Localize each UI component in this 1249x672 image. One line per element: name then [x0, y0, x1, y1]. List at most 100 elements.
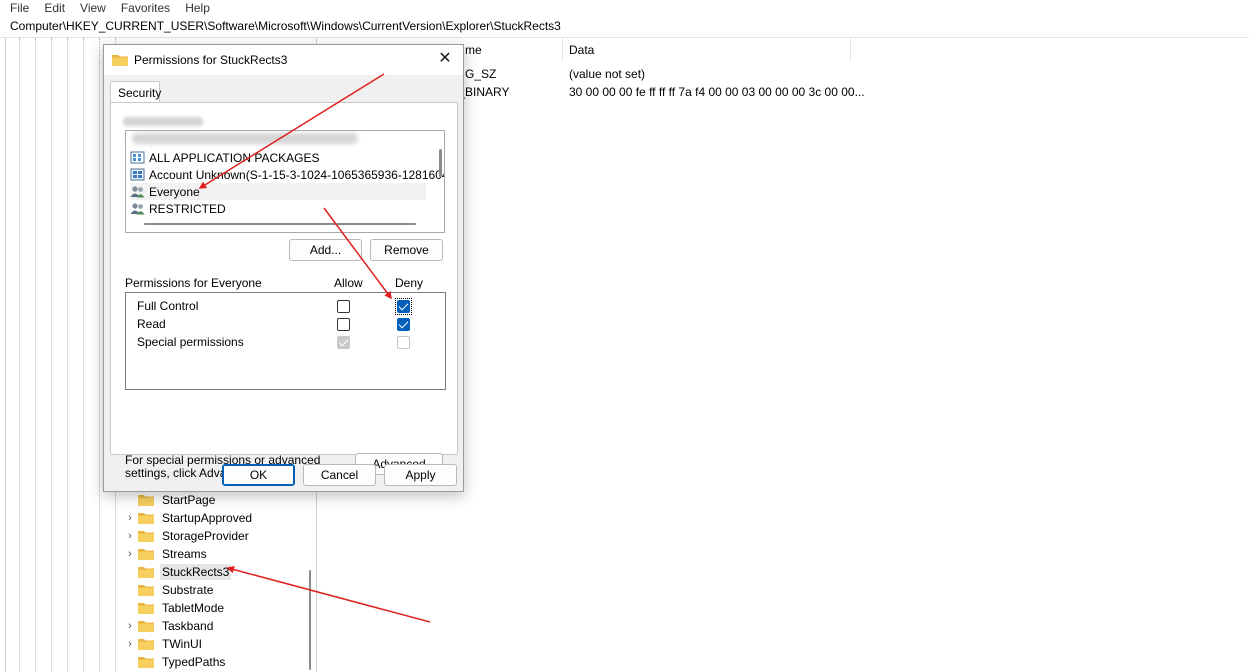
tree-item-label: StartPage — [162, 493, 216, 507]
permissions-dialog: Permissions for StuckRects3 ✕ Security A… — [103, 44, 464, 492]
tree-guide — [19, 38, 20, 672]
add-button[interactable]: Add... — [289, 239, 362, 261]
dialog-title-bar[interactable]: Permissions for StuckRects3 ✕ — [104, 45, 463, 75]
folder-icon — [138, 513, 154, 524]
deny-checkbox — [397, 336, 410, 349]
value-data[interactable]: 30 00 00 00 fe ff ff ff 7a f4 00 00 03 0… — [569, 85, 865, 99]
menu-edit[interactable]: Edit — [44, 2, 65, 14]
principals-scrollbar[interactable] — [439, 149, 442, 177]
close-icon[interactable]: ✕ — [435, 49, 455, 69]
remove-button-label: Remove — [384, 243, 429, 257]
principal-item[interactable]: RESTRICTED — [130, 200, 426, 217]
focus-ring — [395, 298, 412, 315]
allow-checkbox[interactable] — [337, 318, 350, 331]
principals-hscrollbar[interactable] — [144, 223, 416, 225]
tree-item[interactable]: › StorageProvider — [124, 527, 251, 545]
column-header-data[interactable]: Data — [569, 38, 594, 62]
chevron-right-icon[interactable]: › — [124, 620, 136, 632]
tree-guide — [83, 38, 84, 672]
principal-label: RESTRICTED — [149, 201, 226, 216]
principal-label: Account Unknown(S-1-15-3-1024-1065365936… — [149, 167, 445, 182]
folder-icon — [138, 603, 154, 614]
tree-item-label: StuckRects3 — [160, 564, 232, 580]
deny-checkbox[interactable] — [397, 318, 410, 331]
folder-icon — [138, 621, 154, 632]
permission-label: Read — [137, 317, 166, 331]
security-tab-panel: ALL APPLICATION PACKAGES Account Unknown(… — [110, 102, 458, 480]
tree-guide — [67, 38, 68, 672]
ok-button-label: OK — [249, 468, 268, 482]
tree-item[interactable]: TypedPaths — [124, 653, 227, 671]
remove-button[interactable]: Remove — [370, 239, 443, 261]
folder-icon — [138, 531, 154, 542]
tree-item[interactable]: StuckRects3 — [124, 563, 232, 581]
tree-item[interactable]: TabletMode — [124, 599, 226, 617]
chevron-right-icon[interactable]: › — [124, 530, 136, 542]
folder-icon — [138, 567, 154, 578]
app-packages-icon — [130, 151, 145, 164]
add-button-label: Add... — [309, 243, 342, 257]
menu-bar: File Edit View Favorites Help — [0, 0, 1249, 16]
tree-item-label: StartupApproved — [162, 511, 253, 525]
folder-icon — [112, 55, 128, 66]
column-header-name[interactable]: me — [465, 38, 482, 62]
tree-item[interactable]: Substrate — [124, 581, 215, 599]
address-bar[interactable]: Computer\HKEY_CURRENT_USER\Software\Micr… — [0, 16, 1249, 38]
tree-item-label: Taskband — [162, 619, 214, 633]
allow-header: Allow — [334, 276, 363, 290]
cancel-button-label: Cancel — [320, 468, 359, 482]
folder-icon — [138, 657, 154, 668]
users-icon — [130, 202, 145, 215]
menu-favorites[interactable]: Favorites — [121, 2, 170, 14]
redacted-principal — [132, 133, 358, 144]
tree-guide — [35, 38, 36, 672]
allow-checkbox[interactable] — [337, 300, 350, 313]
tree-item-label: TWinUI — [162, 637, 202, 651]
unknown-account-icon — [130, 168, 145, 181]
apply-button[interactable]: Apply — [384, 464, 457, 486]
tree-item-label: TabletMode — [162, 601, 225, 615]
column-separator[interactable] — [850, 38, 851, 62]
principal-item[interactable]: Everyone — [130, 183, 426, 200]
tree-item-label: StorageProvider — [162, 529, 249, 543]
chevron-right-icon[interactable]: › — [124, 638, 136, 650]
tree-item[interactable]: › Streams — [124, 545, 209, 563]
apply-button-label: Apply — [405, 468, 436, 482]
tree-item[interactable]: › StartupApproved — [124, 509, 254, 527]
ok-button[interactable]: OK — [222, 464, 295, 486]
chevron-right-icon[interactable]: › — [124, 548, 136, 560]
value-data[interactable]: (value not set) — [569, 67, 645, 81]
cancel-button[interactable]: Cancel — [303, 464, 376, 486]
permissions-table: Full Control Read Special permissions — [125, 292, 446, 390]
folder-icon — [138, 639, 154, 650]
tree-item-label: Substrate — [162, 583, 214, 597]
permission-label: Full Control — [137, 299, 199, 313]
menu-view[interactable]: View — [80, 2, 106, 14]
folder-icon — [138, 549, 154, 560]
tree-item[interactable]: › TWinUI — [124, 635, 204, 653]
allow-checkbox — [337, 336, 350, 349]
permission-label: Special permissions — [137, 335, 244, 349]
tree-item[interactable]: › Taskband — [124, 617, 215, 635]
tree-guide — [51, 38, 52, 672]
chevron-right-icon[interactable]: › — [124, 512, 136, 524]
tree-guide — [99, 38, 100, 672]
menu-help[interactable]: Help — [185, 2, 210, 14]
tree-item-label: Streams — [162, 547, 207, 561]
tree-item[interactable]: StartPage — [124, 491, 217, 509]
column-separator[interactable] — [562, 38, 563, 62]
menu-file[interactable]: File — [10, 2, 29, 14]
principal-item[interactable]: Account Unknown(S-1-15-3-1024-1065365936… — [130, 166, 444, 183]
principal-label: ALL APPLICATION PACKAGES — [149, 150, 320, 165]
deny-header: Deny — [395, 276, 424, 290]
users-icon — [130, 185, 145, 198]
dialog-title: Permissions for StuckRects3 — [134, 53, 288, 67]
principal-item[interactable]: ALL APPLICATION PACKAGES — [130, 149, 426, 166]
group-user-names-label — [123, 117, 203, 126]
tree-item-label: TypedPaths — [162, 655, 226, 669]
tree-scrollbar-thumb[interactable] — [309, 570, 311, 670]
tab-security[interactable]: Security — [110, 81, 161, 103]
principals-list[interactable]: ALL APPLICATION PACKAGES Account Unknown(… — [125, 130, 445, 233]
permissions-for-label: Permissions for Everyone — [125, 276, 262, 290]
value-type[interactable]: G_SZ — [465, 67, 496, 81]
